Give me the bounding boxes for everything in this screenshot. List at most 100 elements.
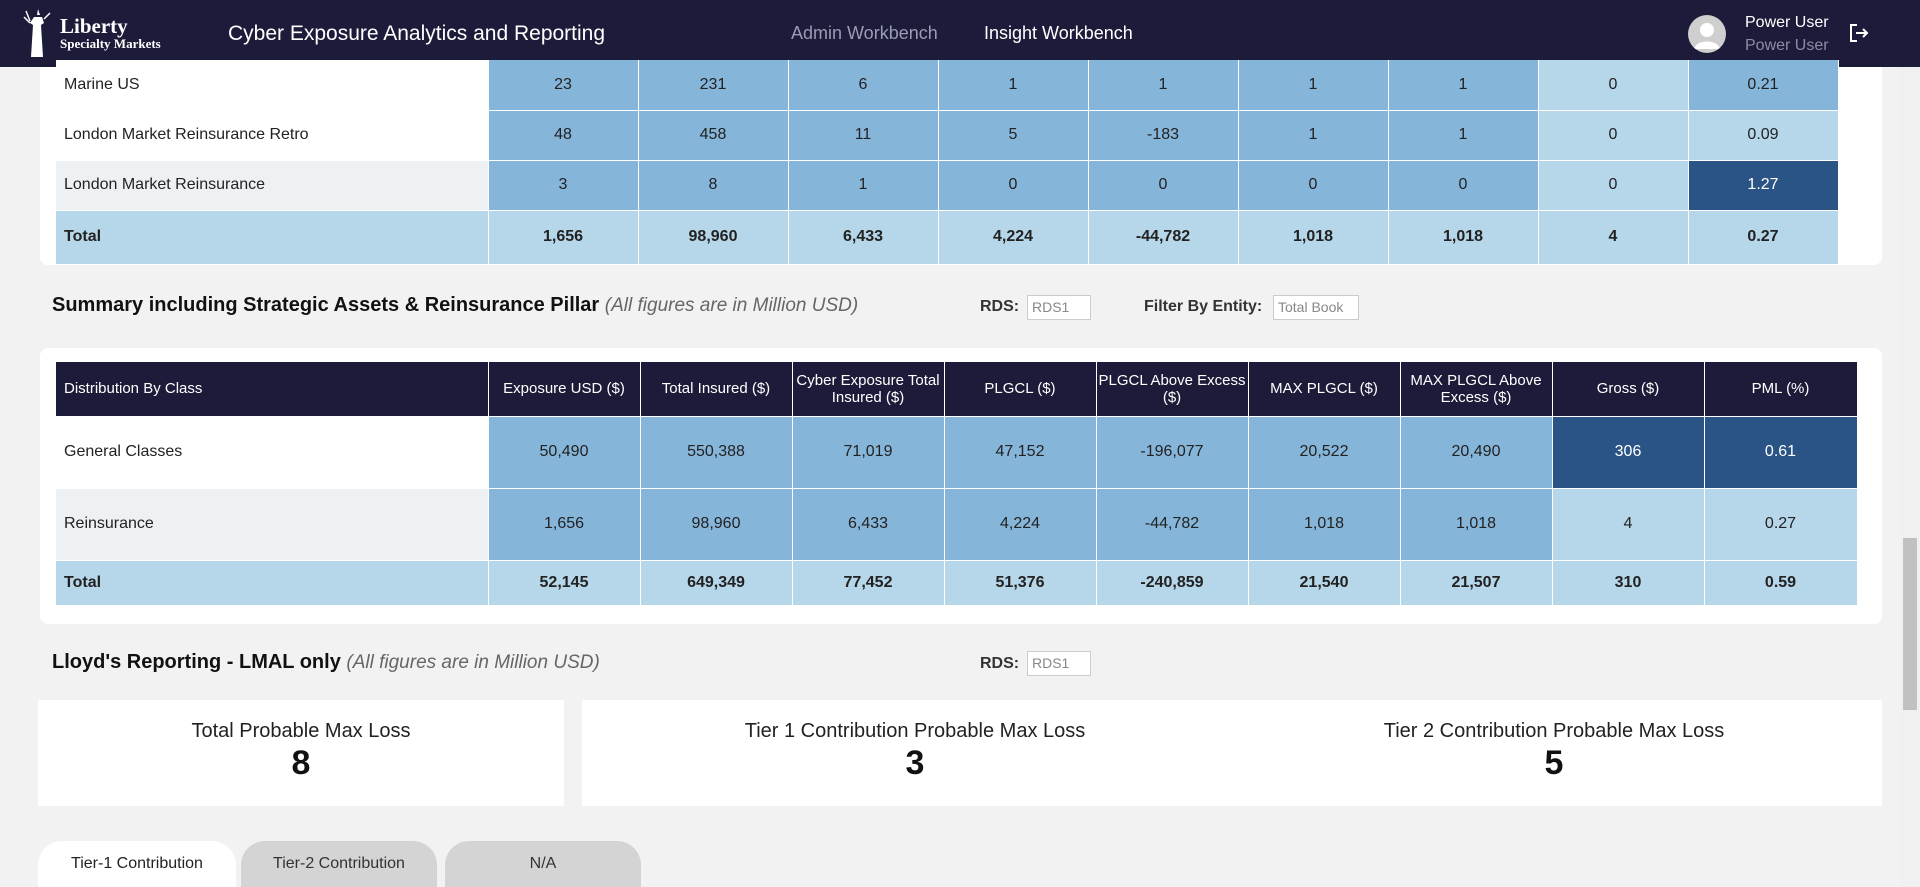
column-header: MAX PLGCL ($) xyxy=(1248,362,1401,417)
table-cell: 6 xyxy=(788,60,939,111)
table-cell: 231 xyxy=(638,60,789,111)
table-cell: 0.21 xyxy=(1688,60,1839,111)
table-cell: 550,388 xyxy=(640,416,793,489)
kpi-title: Total Probable Max Loss xyxy=(191,720,411,742)
table-cell: 1,018 xyxy=(1388,210,1539,265)
row-label: Reinsurance xyxy=(56,488,489,561)
entity-filter-label: Filter By Entity: xyxy=(1144,298,1263,315)
table-cell: 21,507 xyxy=(1400,560,1553,606)
table-cell: 8 xyxy=(638,160,789,211)
table-cell: 4,224 xyxy=(944,488,1097,561)
table-row: London Market Reinsurance 3 8 1 0 0 0 0 … xyxy=(56,160,1839,211)
tab-tier2-contribution[interactable]: Tier-2 Contribution xyxy=(241,841,437,887)
table-cell: 1,018 xyxy=(1400,488,1553,561)
table-cell: 98,960 xyxy=(640,488,793,561)
row-label: Total xyxy=(56,210,489,265)
table-cell: 0.59 xyxy=(1704,560,1858,606)
kpi-value: 8 xyxy=(291,744,311,782)
table-cell: 0.27 xyxy=(1688,210,1839,265)
table-cell: 1 xyxy=(1238,110,1389,161)
entity-filter-input[interactable]: Total Book xyxy=(1273,295,1359,320)
logo-line2: Specialty Markets xyxy=(60,36,161,52)
table-cell: 71,019 xyxy=(792,416,945,489)
table-cell: 1 xyxy=(1238,60,1389,111)
lloyds-rds-input[interactable]: RDS1 xyxy=(1027,651,1091,676)
app-title: Cyber Exposure Analytics and Reporting xyxy=(228,22,606,45)
logout-icon[interactable] xyxy=(1848,22,1870,44)
table-row: General Classes 50,490 550,388 71,019 47… xyxy=(56,416,1858,489)
kpi-title: Tier 1 Contribution Probable Max Loss xyxy=(744,720,1086,742)
top-navigation-bar: Liberty Specialty Markets Cyber Exposure… xyxy=(0,0,1920,67)
kpi-tier-card: Tier 1 Contribution Probable Max Loss 3 … xyxy=(582,700,1882,806)
tab-na[interactable]: N/A xyxy=(445,841,641,887)
lloyds-note: (All figures are in Million USD) xyxy=(346,652,600,673)
table-cell: 47,152 xyxy=(944,416,1097,489)
column-header: Cyber Exposure Total Insured ($) xyxy=(792,362,945,417)
table-total-row: Total 52,145 649,349 77,452 51,376 -240,… xyxy=(56,560,1858,606)
table-cell: 1 xyxy=(1388,60,1539,111)
table-cell: 0.61 xyxy=(1704,416,1858,489)
table-cell: 48 xyxy=(488,110,639,161)
table-row: London Market Reinsurance Retro 48 458 1… xyxy=(56,110,1839,161)
table-cell: -183 xyxy=(1088,110,1239,161)
table-total-row: Total 1,656 98,960 6,433 4,224 -44,782 1… xyxy=(56,210,1839,265)
row-label: Total xyxy=(56,560,489,606)
table-cell: 0 xyxy=(1538,60,1689,111)
table-cell: 1 xyxy=(788,160,939,211)
liberty-logo[interactable]: Liberty Specialty Markets xyxy=(20,6,180,60)
table-cell: 0 xyxy=(1388,160,1539,211)
kpi-value: 5 xyxy=(1544,744,1564,782)
table-row: Reinsurance 1,656 98,960 6,433 4,224 -44… xyxy=(56,488,1858,561)
table-cell: -44,782 xyxy=(1096,488,1249,561)
user-icon xyxy=(1694,23,1720,49)
column-header: PML (%) xyxy=(1704,362,1858,417)
table-cell: -240,859 xyxy=(1096,560,1249,606)
statue-of-liberty-icon xyxy=(23,9,51,57)
avatar[interactable] xyxy=(1688,15,1726,53)
summary-title: Summary including Strategic Assets & Rei… xyxy=(52,294,600,316)
tab-tier1-contribution[interactable]: Tier-1 Contribution xyxy=(38,841,236,887)
column-header: MAX PLGCL Above Excess ($) xyxy=(1400,362,1553,417)
tab-admin-workbench[interactable]: Admin Workbench xyxy=(781,0,948,67)
row-label: London Market Reinsurance xyxy=(56,160,489,211)
table-cell: -44,782 xyxy=(1088,210,1239,265)
table-cell: 1.27 xyxy=(1688,160,1839,211)
table-cell: 0 xyxy=(1238,160,1389,211)
table-header-row: Distribution By Class Exposure USD ($) T… xyxy=(56,362,1858,417)
table-cell: 306 xyxy=(1552,416,1705,489)
table-cell: 23 xyxy=(488,60,639,111)
table-cell: 52,145 xyxy=(488,560,641,606)
table-cell: 5 xyxy=(938,110,1089,161)
table-cell: 649,349 xyxy=(640,560,793,606)
tab-insight-workbench[interactable]: Insight Workbench xyxy=(974,0,1143,67)
table-cell: 458 xyxy=(638,110,789,161)
column-header: Exposure USD ($) xyxy=(488,362,641,417)
table-cell: 6,433 xyxy=(788,210,939,265)
table-cell: 0.09 xyxy=(1688,110,1839,161)
rds-input[interactable]: RDS1 xyxy=(1027,295,1091,320)
table-cell: 0 xyxy=(1088,160,1239,211)
table-cell: 4 xyxy=(1552,488,1705,561)
row-label: Marine US xyxy=(56,60,489,111)
table-cell: 310 xyxy=(1552,560,1705,606)
kpi-total-pml-card: Total Probable Max Loss 8 xyxy=(38,700,564,806)
user-name: Power User xyxy=(1745,14,1829,31)
lloyds-title: Lloyd's Reporting - LMAL only xyxy=(52,651,341,673)
kpi-value: 3 xyxy=(905,744,925,782)
table-cell: 21,540 xyxy=(1248,560,1401,606)
table-cell: 4,224 xyxy=(938,210,1089,265)
summary-section-title: Summary including Strategic Assets & Rei… xyxy=(52,294,858,317)
row-label: General Classes xyxy=(56,416,489,489)
table-cell: 20,490 xyxy=(1400,416,1553,489)
summary-table: Distribution By Class Exposure USD ($) T… xyxy=(56,362,1858,606)
column-header: PLGCL ($) xyxy=(944,362,1097,417)
scrollbar-thumb[interactable] xyxy=(1903,538,1917,710)
table-cell: 77,452 xyxy=(792,560,945,606)
table-cell: 3 xyxy=(488,160,639,211)
table-cell: -196,077 xyxy=(1096,416,1249,489)
table-cell: 1 xyxy=(1388,110,1539,161)
table-cell: 0.27 xyxy=(1704,488,1858,561)
table-cell: 50,490 xyxy=(488,416,641,489)
table-cell: 1 xyxy=(938,60,1089,111)
page-scrollbar[interactable] xyxy=(1900,67,1920,887)
